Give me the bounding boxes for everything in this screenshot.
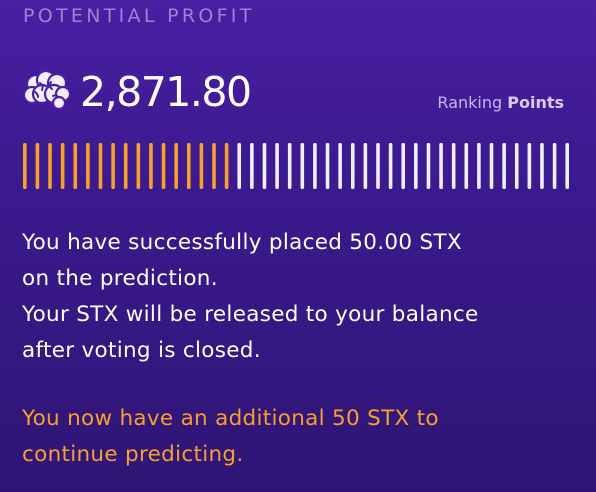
meter-segment-filled — [73, 143, 78, 189]
meter-segment-empty — [275, 143, 279, 189]
meter-segment-empty — [439, 143, 443, 189]
meter-segment-filled — [98, 143, 103, 189]
meter-segment-empty — [502, 143, 506, 189]
meter-segment-empty — [350, 143, 355, 189]
meter-segment-empty — [451, 143, 456, 189]
confirmation-line-2: on the prediction. — [22, 266, 218, 291]
meter-segment-filled — [224, 143, 229, 189]
meter-segment-filled — [136, 143, 141, 189]
bonus-line-1: You now have an additional 50 STX to — [22, 406, 439, 431]
points-label: Points — [507, 93, 564, 112]
meter-segment-empty — [262, 143, 267, 189]
meter-segment-filled — [35, 143, 40, 189]
meter-segment-filled — [149, 143, 153, 189]
confirmation-line-1: You have successfully placed 50.00 STX — [22, 230, 462, 255]
meter-segment-empty — [325, 143, 330, 189]
meter-segment-empty — [414, 143, 418, 189]
meter-segment-empty — [527, 143, 532, 189]
meter-segment-empty — [464, 143, 469, 189]
meter-segment-empty — [376, 143, 380, 189]
ranking-points-label: Ranking Points — [437, 92, 564, 114]
meter-segment-empty — [401, 143, 406, 189]
meter-segment-filled — [161, 143, 166, 189]
meter-segment-empty — [477, 143, 481, 189]
meter-segment-filled — [123, 143, 128, 189]
potential-profit-heading: POTENTIAL PROFIT — [23, 5, 255, 27]
meter-segment-empty — [300, 143, 305, 189]
meter-segment-empty — [363, 143, 368, 189]
points-value: 2,871.80 — [80, 68, 252, 116]
profit-meter — [23, 143, 569, 189]
meter-segment-filled — [60, 143, 65, 189]
meter-segment-filled — [186, 143, 191, 189]
meter-segment-empty — [565, 143, 569, 189]
meter-segment-empty — [388, 143, 393, 189]
meter-segment-empty — [338, 143, 342, 189]
bonus-message: You now have an additional 50 STX to con… — [22, 401, 582, 473]
confirmation-message: You have successfully placed 50.00 STX o… — [22, 225, 582, 369]
bonus-line-2: continue predicting. — [22, 442, 244, 467]
confirmation-line-3: Your STX will be released to your balanc… — [22, 302, 479, 327]
meter-segment-empty — [540, 143, 544, 189]
meter-segment-filled — [48, 143, 52, 189]
meter-segment-empty — [313, 143, 317, 189]
meter-segment-filled — [174, 143, 178, 189]
brain-icon — [22, 69, 72, 114]
meter-segment-empty — [552, 143, 557, 189]
points-summary: 2,871.80 — [22, 64, 252, 120]
meter-segment-empty — [250, 143, 254, 189]
meter-segment-filled — [111, 143, 115, 189]
meter-segment-empty — [426, 143, 431, 189]
meter-segment-filled — [199, 143, 204, 189]
meter-segment-empty — [287, 143, 292, 189]
meter-segment-filled — [23, 143, 27, 189]
meter-segment-empty — [237, 143, 242, 189]
meter-segment-empty — [489, 143, 494, 189]
ranking-label: Ranking — [437, 93, 503, 112]
meter-segment-filled — [212, 143, 216, 189]
confirmation-line-4: after voting is closed. — [22, 338, 261, 363]
meter-segment-empty — [514, 143, 519, 189]
meter-segment-filled — [86, 143, 90, 189]
